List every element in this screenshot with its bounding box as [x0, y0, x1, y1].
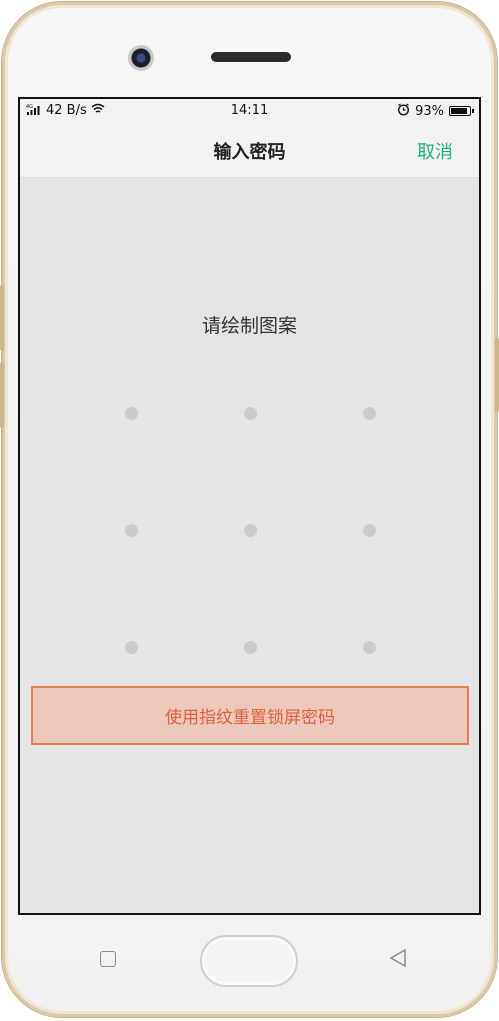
side-button-left — [0, 285, 4, 351]
pattern-dot-1[interactable] — [124, 406, 138, 420]
pattern-grid[interactable] — [20, 99, 479, 913]
earpiece-speaker — [211, 52, 291, 62]
pattern-dot-6[interactable] — [362, 523, 376, 537]
home-key[interactable] — [200, 935, 298, 987]
pattern-dot-9[interactable] — [362, 640, 376, 654]
pattern-dot-5[interactable] — [243, 523, 257, 537]
pattern-dot-4[interactable] — [124, 523, 138, 537]
recent-apps-key[interactable] — [100, 951, 116, 967]
power-button — [495, 338, 499, 412]
pattern-dot-7[interactable] — [124, 640, 138, 654]
pattern-dot-8[interactable] — [243, 640, 257, 654]
pattern-dot-2[interactable] — [243, 406, 257, 420]
back-key[interactable] — [386, 946, 410, 970]
fingerprint-reset-button[interactable]: 使用指纹重置锁屏密码 — [31, 686, 469, 745]
back-triangle-icon — [389, 948, 406, 968]
screen: 4G 42 B/s 14:11 93% 输入密码 取消 请绘制图案 使用指纹重置… — [18, 97, 481, 915]
pattern-dot-3[interactable] — [362, 406, 376, 420]
side-button-left-2 — [0, 362, 4, 428]
front-camera — [128, 45, 154, 71]
